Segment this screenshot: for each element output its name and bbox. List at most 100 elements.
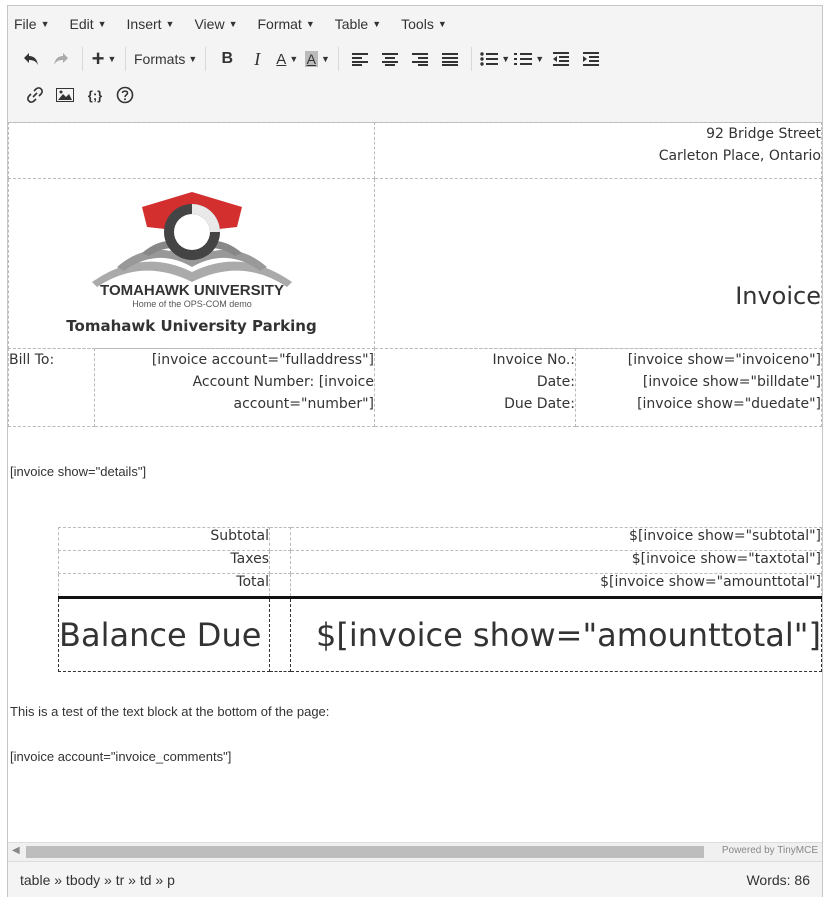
align-right-button[interactable] [407,45,433,73]
menu-table-label: Table [334,16,369,32]
menu-file-label: File [14,16,37,32]
undo-button[interactable] [18,45,44,73]
caret-down-icon: ▼ [228,19,238,29]
horizontal-scrollbar[interactable]: ◀ Powered by TinyMCE [8,842,822,861]
caret-down-icon: ▼ [372,19,382,29]
taxes-value: $[invoice show="taxtotal"] [290,550,822,574]
background-color-button[interactable]: A ▼ [304,45,330,73]
bill-to-value-cell: [invoice account="fulladdress"] Account … [94,348,375,427]
align-right-icon [412,53,429,66]
formats-dropdown[interactable]: Formats ▼ [134,45,197,73]
plus-icon: + [91,46,105,71]
powered-by-label[interactable]: Powered by TinyMCE [722,845,818,856]
caret-down-icon: ▼ [535,54,545,64]
toolbar-separator [471,47,473,71]
redo-button[interactable] [48,45,74,73]
invoice-no-value: [invoice show="invoiceno"] [627,352,821,368]
undo-icon [24,53,38,65]
details-paragraph: [invoice show="details"] [10,464,147,479]
numbered-list-icon [514,53,533,65]
toolbar-row-1: + ▼ Formats ▼ B I A ▼ A ▼ ▼ ▼ [8,42,606,76]
statusbar: table » tbody » tr » td » p Words: 86 [8,861,822,897]
source-code-button[interactable]: {;} [82,81,108,109]
invoice-meta-labels-cell: Invoice No.: Date: Due Date: [374,348,576,427]
align-left-button[interactable] [347,45,373,73]
balance-value: $[invoice show="amounttotal"] [290,597,822,672]
bullet-list-icon [480,52,499,66]
background-color-icon: A [304,51,318,67]
menu-insert[interactable]: Insert ▼ [127,16,175,32]
caret-down-icon: ▼ [107,54,117,64]
menubar: File ▼ Edit ▼ Insert ▼ View ▼ Format ▼ Table ▼… [8,6,822,42]
image-icon [56,88,74,102]
outdent-button[interactable] [548,45,574,73]
toolbar-separator [125,47,126,71]
date-label: Date: [536,374,575,390]
editor: File ▼ Edit ▼ Insert ▼ View ▼ Format ▼ Table ▼… [7,5,823,897]
toolbar: + ▼ Formats ▼ B I A ▼ A ▼ ▼ ▼ {;} [8,42,822,123]
redo-icon [54,53,68,65]
align-center-button[interactable] [377,45,403,73]
align-justify-icon [442,53,459,66]
insert-button[interactable]: + ▼ [91,45,117,73]
menu-edit-label: Edit [69,16,94,32]
help-button[interactable] [112,81,138,109]
invoice-no-label: Invoice No.: [492,352,575,368]
align-left-icon [352,53,369,66]
spacer-cell [269,597,291,672]
caret-down-icon: ▼ [437,19,447,29]
caret-down-icon: ▼ [97,19,107,29]
menu-tools-label: Tools [401,16,434,32]
text-color-icon: A [276,50,287,68]
spacer-cell [269,527,291,551]
toolbar-separator [82,47,83,71]
invoice-header-table: 92 Bridge Street Carleton Place, Ontario… [8,122,822,349]
invoice-meta-values-cell: [invoice show="invoiceno"] [invoice show… [575,348,822,427]
menu-insert-label: Insert [126,16,162,32]
help-icon [116,86,134,104]
align-center-icon [382,53,399,66]
indent-button[interactable] [578,45,604,73]
address-cell: 92 Bridge Street Carleton Place, Ontario [374,122,822,179]
scrollbar-thumb[interactable] [26,846,704,858]
toolbar-separator [205,47,207,71]
bill-to-label-cell: Bill To: [8,348,95,427]
link-icon [27,87,43,103]
bold-button[interactable]: B [214,45,240,73]
menu-format[interactable]: Format ▼ [257,16,314,32]
element-path[interactable]: table » tbody » tr » td » p [20,872,175,888]
subtotal-row: Subtotal $[invoice show="subtotal"] [58,527,822,551]
menu-table[interactable]: Table ▼ [335,16,381,32]
logo-cell: TOMAHAWK UNIVERSITY Home of the OPS-COM … [8,178,375,349]
caret-down-icon: ▼ [188,54,198,64]
image-button[interactable] [52,81,78,109]
numbered-list-button[interactable]: ▼ [514,45,544,73]
total-value: $[invoice show="amounttotal"] [290,573,822,598]
align-justify-button[interactable] [437,45,463,73]
address-line-2: Carleton Place, Ontario [658,148,821,164]
menu-tools[interactable]: Tools ▼ [401,16,447,32]
menu-edit[interactable]: Edit ▼ [69,16,106,32]
invoice-title-cell: Invoice [374,178,822,349]
logo-name: TOMAHAWK UNIVERSITY [100,282,284,299]
subtotal-label: Subtotal [58,527,270,551]
scroll-left-icon[interactable]: ◀ [12,845,20,856]
formats-label: Formats [134,51,186,67]
bill-to-address: [invoice account="fulladdress"] [151,352,374,368]
editor-content[interactable]: 92 Bridge Street Carleton Place, Ontario… [8,122,822,842]
text-color-button[interactable]: A ▼ [274,45,300,73]
menu-file[interactable]: File ▼ [14,16,49,32]
indent-icon [583,52,600,66]
logo-caption: Tomahawk University Parking [66,317,317,335]
menu-view[interactable]: View ▼ [194,16,237,32]
bullet-list-button[interactable]: ▼ [480,45,510,73]
bill-to-account-line1: Account Number: [invoice [192,374,374,390]
caret-down-icon: ▼ [501,54,511,64]
link-button[interactable] [22,81,48,109]
italic-button[interactable]: I [244,45,270,73]
bill-to-account-line2: account="number"] [233,396,375,412]
date-value: [invoice show="billdate"] [642,374,821,390]
taxes-label: Taxes [58,550,270,574]
caret-down-icon: ▼ [289,54,299,64]
balance-label: Balance Due [58,597,270,672]
